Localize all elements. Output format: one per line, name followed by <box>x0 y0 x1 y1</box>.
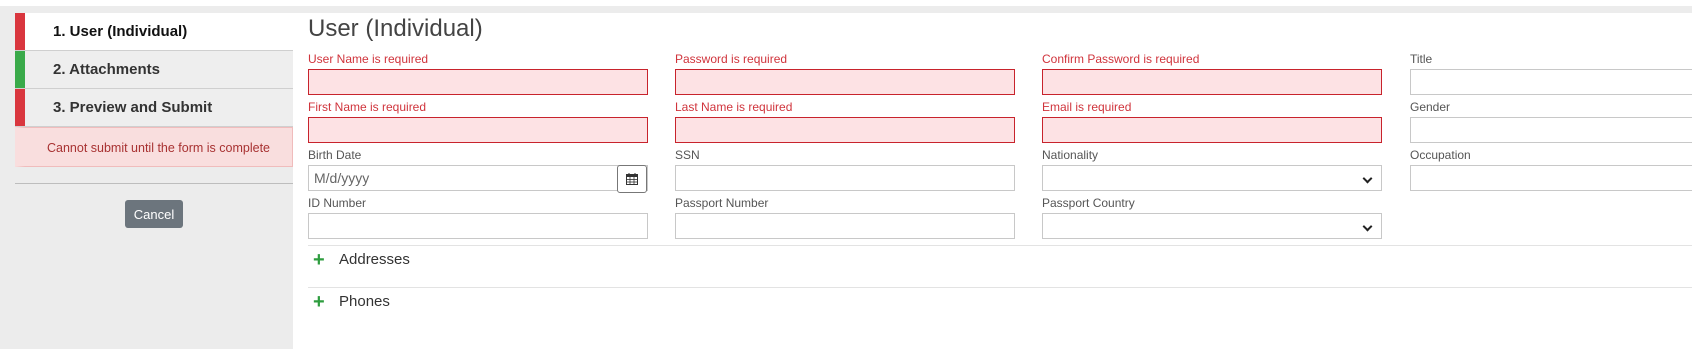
section-divider <box>308 245 1692 246</box>
addresses-section-title: Addresses <box>339 251 410 268</box>
occupation-label: Occupation <box>1410 148 1471 162</box>
username-input[interactable] <box>308 69 648 95</box>
gender-label: Gender <box>1410 100 1451 114</box>
step-label: 3. Preview and Submit <box>53 99 213 116</box>
passport-country-label: Passport Country <box>1042 196 1135 210</box>
sidebar-divider <box>15 183 293 184</box>
phones-section-title: Phones <box>339 293 390 310</box>
last-name-input[interactable] <box>675 117 1015 143</box>
confirm-password-field-group: Confirm Password is required <box>1042 51 1382 95</box>
occupation-field-group: Occupation <box>1410 147 1692 191</box>
password-input[interactable] <box>675 69 1015 95</box>
step-attachments[interactable]: 2. Attachments <box>15 51 293 89</box>
step-status-indicator <box>15 89 25 126</box>
wizard-sidebar: 1. User (Individual) 2. Attachments 3. P… <box>15 13 293 228</box>
ssn-field-group: SSN <box>675 147 1015 191</box>
step-user-individual[interactable]: 1. User (Individual) <box>15 13 293 51</box>
step-status-indicator <box>15 51 25 88</box>
email-label: Email is required <box>1042 100 1132 114</box>
step-preview-submit[interactable]: 3. Preview and Submit <box>15 89 293 127</box>
plus-icon: + <box>313 291 325 313</box>
ssn-input[interactable] <box>675 165 1015 191</box>
last-name-label: Last Name is required <box>675 100 793 114</box>
gender-field-group: Gender <box>1410 99 1692 143</box>
last-name-field-group: Last Name is required <box>675 99 1015 143</box>
birth-date-field-group: Birth Date M/d/yyyy <box>308 147 648 193</box>
passport-number-label: Passport Number <box>675 196 769 210</box>
calendar-icon <box>626 173 638 185</box>
gender-select[interactable] <box>1410 117 1692 143</box>
birth-date-picker: M/d/yyyy <box>308 165 648 193</box>
title-input[interactable] <box>1410 69 1692 95</box>
confirm-password-label: Confirm Password is required <box>1042 52 1200 66</box>
confirm-password-input[interactable] <box>1042 69 1382 95</box>
step-label: 2. Attachments <box>53 61 160 78</box>
birth-date-input[interactable]: M/d/yyyy <box>309 166 617 190</box>
password-label: Password is required <box>675 52 788 66</box>
first-name-field-group: First Name is required <box>308 99 648 143</box>
step-status-indicator <box>15 13 25 50</box>
id-number-input[interactable] <box>308 213 648 239</box>
title-field-group: Title <box>1410 51 1692 95</box>
first-name-input[interactable] <box>308 117 648 143</box>
step-label: 1. User (Individual) <box>53 23 188 40</box>
top-strip <box>0 0 1692 6</box>
email-input[interactable] <box>1042 117 1382 143</box>
title-label: Title <box>1410 52 1433 66</box>
nationality-select[interactable] <box>1042 165 1382 191</box>
occupation-input[interactable] <box>1410 165 1692 191</box>
id-number-label: ID Number <box>308 196 367 210</box>
page-title: User (Individual) <box>308 15 483 42</box>
ssn-label: SSN <box>675 148 700 162</box>
nationality-field-group: Nationality <box>1042 147 1382 191</box>
main-form: User (Individual) User Name is required … <box>293 13 1692 349</box>
password-field-group: Password is required <box>675 51 1015 95</box>
incomplete-form-notice: Cannot submit until the form is complete <box>15 127 293 167</box>
plus-icon: + <box>313 249 325 271</box>
passport-country-field-group: Passport Country <box>1042 195 1382 239</box>
birth-date-label: Birth Date <box>308 148 362 162</box>
passport-number-input[interactable] <box>675 213 1015 239</box>
passport-number-field-group: Passport Number <box>675 195 1015 239</box>
first-name-label: First Name is required <box>308 100 427 114</box>
id-number-field-group: ID Number <box>308 195 648 239</box>
email-field-group: Email is required <box>1042 99 1382 143</box>
username-label: User Name is required <box>308 52 429 66</box>
passport-country-select[interactable] <box>1042 213 1382 239</box>
section-divider <box>308 287 1692 288</box>
nationality-label: Nationality <box>1042 148 1099 162</box>
calendar-button[interactable] <box>617 165 647 193</box>
cancel-button[interactable]: Cancel <box>124 200 184 228</box>
username-field-group: User Name is required <box>308 51 648 95</box>
